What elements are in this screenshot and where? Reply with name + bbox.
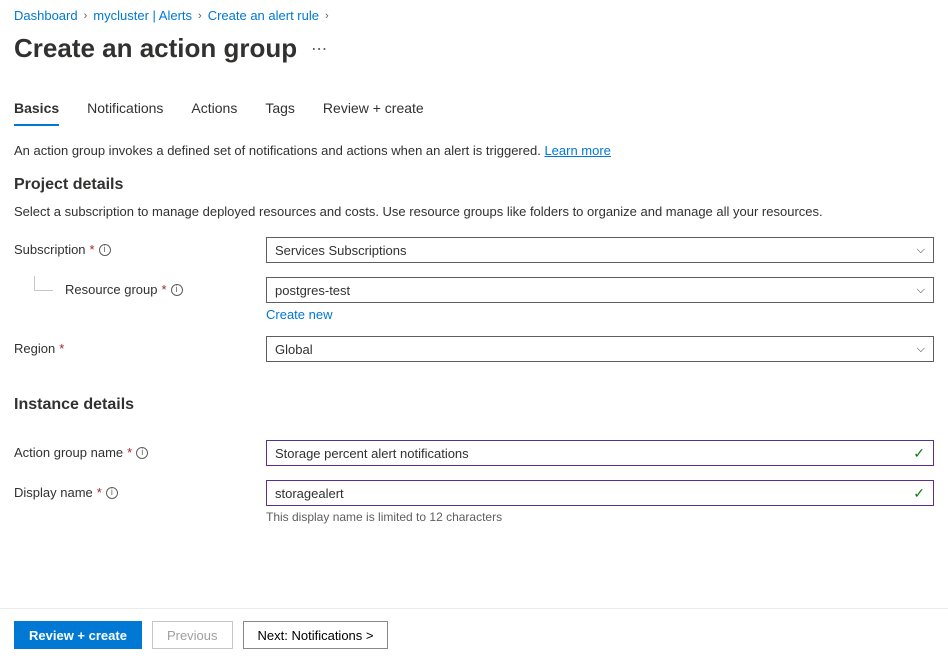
project-details-description: Select a subscription to manage deployed… bbox=[14, 204, 934, 219]
chevron-right-icon: › bbox=[198, 10, 202, 22]
region-label: Region bbox=[14, 341, 55, 356]
review-create-button[interactable]: Review + create bbox=[14, 621, 142, 649]
resource-group-value: postgres-test bbox=[275, 283, 350, 298]
resource-group-select[interactable]: postgres-test ⌵ bbox=[266, 277, 934, 303]
subscription-select[interactable]: Services Subscriptions ⌵ bbox=[266, 237, 934, 263]
previous-button[interactable]: Previous bbox=[152, 621, 233, 649]
tab-tags[interactable]: Tags bbox=[265, 100, 295, 126]
info-icon[interactable]: i bbox=[136, 447, 148, 459]
tab-actions[interactable]: Actions bbox=[191, 100, 237, 126]
action-group-name-label: Action group name bbox=[14, 445, 123, 460]
required-asterisk: * bbox=[59, 341, 64, 356]
info-icon[interactable]: i bbox=[99, 244, 111, 256]
action-group-name-value: Storage percent alert notifications bbox=[275, 446, 469, 461]
info-icon[interactable]: i bbox=[171, 284, 183, 296]
breadcrumb-item-cluster-alerts[interactable]: mycluster | Alerts bbox=[93, 8, 192, 23]
required-asterisk: * bbox=[97, 485, 102, 500]
instance-details-heading: Instance details bbox=[14, 396, 934, 414]
display-name-input[interactable]: storagealert ✓ bbox=[266, 480, 934, 506]
page-title: Create an action group bbox=[14, 33, 297, 64]
tab-review-create[interactable]: Review + create bbox=[323, 100, 424, 126]
breadcrumb-item-dashboard[interactable]: Dashboard bbox=[14, 8, 78, 23]
chevron-down-icon: ⌵ bbox=[917, 244, 925, 257]
intro-text-body: An action group invokes a defined set of… bbox=[14, 143, 544, 158]
intro-text: An action group invokes a defined set of… bbox=[14, 143, 934, 158]
next-button[interactable]: Next: Notifications > bbox=[243, 621, 389, 649]
learn-more-link[interactable]: Learn more bbox=[544, 143, 610, 158]
footer: Review + create Previous Next: Notificat… bbox=[0, 608, 948, 661]
create-new-link[interactable]: Create new bbox=[266, 307, 332, 322]
resource-group-label: Resource group bbox=[65, 282, 158, 297]
subscription-value: Services Subscriptions bbox=[275, 243, 407, 258]
display-name-value: storagealert bbox=[275, 486, 344, 501]
chevron-down-icon: ⌵ bbox=[917, 284, 925, 297]
required-asterisk: * bbox=[90, 242, 95, 257]
tab-basics[interactable]: Basics bbox=[14, 100, 59, 126]
action-group-name-input[interactable]: Storage percent alert notifications ✓ bbox=[266, 440, 934, 466]
tabs: Basics Notifications Actions Tags Review… bbox=[14, 100, 934, 127]
tab-notifications[interactable]: Notifications bbox=[87, 100, 163, 126]
breadcrumb-item-create-alert-rule[interactable]: Create an alert rule bbox=[208, 8, 319, 23]
chevron-right-icon: › bbox=[325, 10, 329, 22]
subscription-label: Subscription bbox=[14, 242, 86, 257]
more-actions-icon[interactable]: ⋯ bbox=[311, 39, 328, 59]
chevron-right-icon: › bbox=[84, 10, 88, 22]
project-details-heading: Project details bbox=[14, 176, 934, 194]
check-icon: ✓ bbox=[913, 485, 925, 502]
chevron-down-icon: ⌵ bbox=[917, 343, 925, 356]
display-name-helper: This display name is limited to 12 chara… bbox=[266, 510, 934, 524]
check-icon: ✓ bbox=[913, 445, 925, 462]
display-name-label: Display name bbox=[14, 485, 93, 500]
breadcrumb: Dashboard › mycluster | Alerts › Create … bbox=[14, 8, 934, 23]
info-icon[interactable]: i bbox=[106, 487, 118, 499]
required-asterisk: * bbox=[127, 445, 132, 460]
region-value: Global bbox=[275, 342, 313, 357]
required-asterisk: * bbox=[162, 282, 167, 297]
region-select[interactable]: Global ⌵ bbox=[266, 336, 934, 362]
